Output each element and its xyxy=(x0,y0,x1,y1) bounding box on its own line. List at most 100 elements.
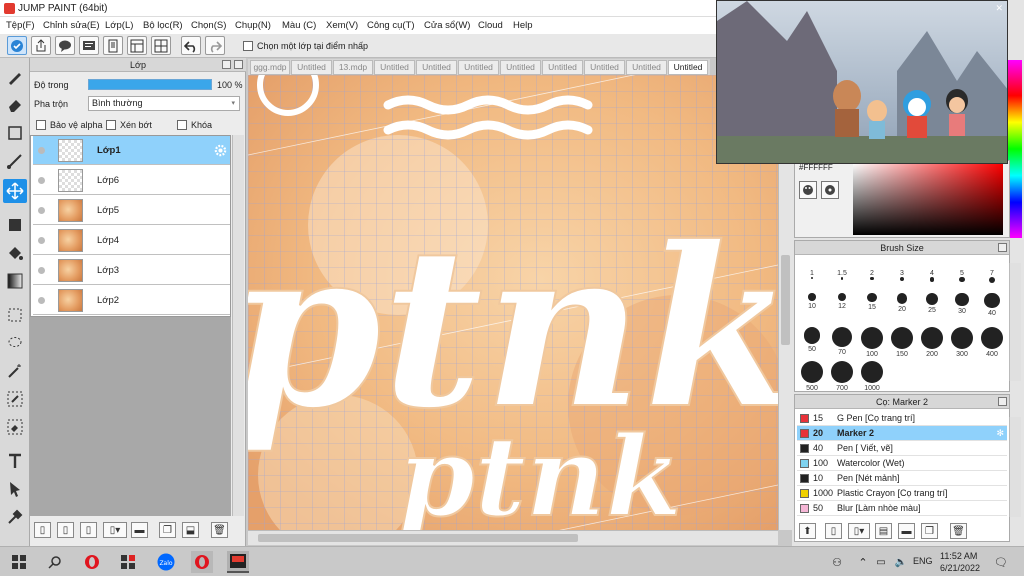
tool-select-pen[interactable] xyxy=(3,387,27,411)
tool-move[interactable] xyxy=(3,179,27,203)
tool-magic-wand[interactable] xyxy=(3,359,27,383)
menu-filter[interactable]: Bộ lọc(R) xyxy=(143,20,183,31)
brush-size-option[interactable]: 700 xyxy=(827,361,857,392)
new-layer-button[interactable]: ▯ xyxy=(34,522,51,538)
layer-row[interactable]: Lớp1 xyxy=(33,136,230,165)
tab-document[interactable]: 13.mdp xyxy=(333,60,373,75)
brush-size-option[interactable]: 3 xyxy=(887,268,917,282)
brush-size-option[interactable]: 150 xyxy=(887,327,917,358)
tab-document-active[interactable]: Untitled xyxy=(668,60,708,75)
opera-active-taskbar-button[interactable] xyxy=(191,551,213,573)
menu-cloud[interactable]: Cloud xyxy=(478,20,503,31)
tool-select-eraser[interactable] xyxy=(3,415,27,439)
layer-row[interactable]: Lớp4 xyxy=(33,226,230,255)
brush-item[interactable]: 10 Pen [Nét mảnh] xyxy=(797,471,1007,486)
visibility-dot-icon[interactable] xyxy=(38,147,45,154)
add-brush-menu-button[interactable]: ▯▾ xyxy=(848,523,870,539)
brush-folder-button[interactable]: ▬ xyxy=(898,523,915,539)
menu-help[interactable]: Help xyxy=(513,20,533,31)
tool-bucket[interactable] xyxy=(3,241,27,265)
brush-size-option[interactable]: 100 xyxy=(857,327,887,358)
tool-eraser[interactable] xyxy=(3,93,27,117)
menu-window[interactable]: Cửa sổ(W) xyxy=(424,20,470,31)
drawing-canvas[interactable]: ptnk ptnk xyxy=(248,75,778,530)
visibility-dot-icon[interactable] xyxy=(38,237,45,244)
panel-float-icon[interactable] xyxy=(998,397,1007,406)
tool-operation[interactable] xyxy=(3,477,27,501)
tool-fill-rect[interactable] xyxy=(3,213,27,237)
menu-edit[interactable]: Chỉnh sửa(E) xyxy=(43,20,100,31)
blend-mode-select[interactable]: Bình thường ▾ xyxy=(88,96,240,111)
search-button[interactable] xyxy=(44,551,66,573)
export-button[interactable] xyxy=(31,36,51,55)
layout-button[interactable] xyxy=(151,36,171,55)
frame-button[interactable] xyxy=(127,36,147,55)
notification-button[interactable]: 🗨 xyxy=(990,551,1012,573)
page-button[interactable] xyxy=(103,36,123,55)
panel-float-icon[interactable] xyxy=(998,243,1007,252)
brush-size-option[interactable]: 15 xyxy=(857,293,887,311)
brush-item[interactable]: 15 G Pen [Cọ trang trí] xyxy=(797,411,1007,426)
delete-brush-button[interactable]: 🗑 xyxy=(950,523,967,539)
start-button[interactable] xyxy=(8,551,30,573)
merge-down-button[interactable]: ⬓ xyxy=(182,522,199,538)
tab-document[interactable]: Untitled xyxy=(500,60,541,75)
brush-size-option[interactable]: 2 xyxy=(857,268,887,281)
brush-size-option[interactable]: 12 xyxy=(827,293,857,310)
layer-row[interactable]: Lớp5 xyxy=(33,196,230,225)
tab-document[interactable]: Untitled xyxy=(542,60,583,75)
menu-color[interactable]: Màu (C) xyxy=(282,20,316,31)
tab-document[interactable]: Untitled xyxy=(374,60,415,75)
brush-settings-button[interactable]: ⬆ xyxy=(799,523,816,539)
brush-list-scrollbar[interactable] xyxy=(1009,417,1021,517)
brush-page-button[interactable]: ▤ xyxy=(875,523,892,539)
layer-list-scrollbar[interactable] xyxy=(232,135,244,516)
menu-capture[interactable]: Chụp(N) xyxy=(235,20,271,31)
visibility-dot-icon[interactable] xyxy=(38,207,45,214)
brush-item[interactable]: 20 Marker 2 ✻ xyxy=(797,426,1007,441)
brush-size-option[interactable]: 10 xyxy=(797,293,827,310)
panel-float-icon[interactable] xyxy=(222,60,231,69)
tool-select-rect[interactable] xyxy=(3,303,27,327)
clipping-checkbox[interactable] xyxy=(106,120,116,130)
balloon-button[interactable] xyxy=(55,36,75,55)
menu-tools[interactable]: Công cụ(T) xyxy=(367,20,415,31)
text-box-button[interactable] xyxy=(79,36,99,55)
brush-item[interactable]: 40 Pen [ Viết, vẽ] xyxy=(797,441,1007,456)
new-8bit-layer-button[interactable]: ▯ xyxy=(57,522,74,538)
clock-time[interactable]: 11:52 AM xyxy=(940,551,977,561)
tool-line[interactable] xyxy=(3,149,27,173)
tab-document[interactable]: Untitled xyxy=(584,60,625,75)
network-tray-button[interactable]: ▭ xyxy=(870,551,892,573)
hue-slider[interactable] xyxy=(1008,60,1022,238)
vertical-scroll-thumb[interactable] xyxy=(781,255,790,345)
visibility-dot-icon[interactable] xyxy=(38,267,45,274)
tab-document[interactable]: Untitled xyxy=(458,60,499,75)
brush-size-scrollbar[interactable] xyxy=(1009,263,1021,381)
layer-row[interactable]: Lớp2 xyxy=(33,286,230,315)
language-indicator[interactable]: ENG xyxy=(913,556,933,566)
menu-select[interactable]: Chọn(S) xyxy=(191,20,226,31)
brush-size-option[interactable]: 500 xyxy=(797,361,827,392)
brush-size-option[interactable]: 30 xyxy=(947,293,977,315)
layer-row[interactable]: Lớp3 xyxy=(33,256,230,285)
tool-pen[interactable] xyxy=(3,65,27,89)
tab-document[interactable]: Untitled xyxy=(291,60,332,75)
gear-icon[interactable] xyxy=(214,144,227,157)
protect-alpha-checkbox[interactable] xyxy=(36,120,46,130)
brush-size-option[interactable]: 1 xyxy=(797,268,827,280)
brush-size-option[interactable]: 70 xyxy=(827,327,857,356)
color-palette-button[interactable] xyxy=(799,181,817,199)
brush-size-option[interactable]: 300 xyxy=(947,327,977,358)
brush-item[interactable]: 1000 Plastic Crayon [Cọ trang trí] xyxy=(797,486,1007,501)
brush-size-option[interactable]: 200 xyxy=(917,327,947,358)
brush-size-option[interactable]: 4 xyxy=(917,268,947,282)
jump-paint-taskbar-button[interactable] xyxy=(227,551,249,573)
close-icon[interactable]: ✕ xyxy=(995,3,1003,14)
menu-file[interactable]: Tệp(F) xyxy=(6,20,35,31)
brush-item[interactable]: 50 Blur [Làm nhòe màu] xyxy=(797,501,1007,516)
brush-duplicate-button[interactable]: ❐ xyxy=(921,523,938,539)
tab-document[interactable]: Untitled xyxy=(626,60,667,75)
zalo-taskbar-button[interactable]: Zalo xyxy=(155,551,177,573)
redo-button[interactable] xyxy=(205,36,225,55)
